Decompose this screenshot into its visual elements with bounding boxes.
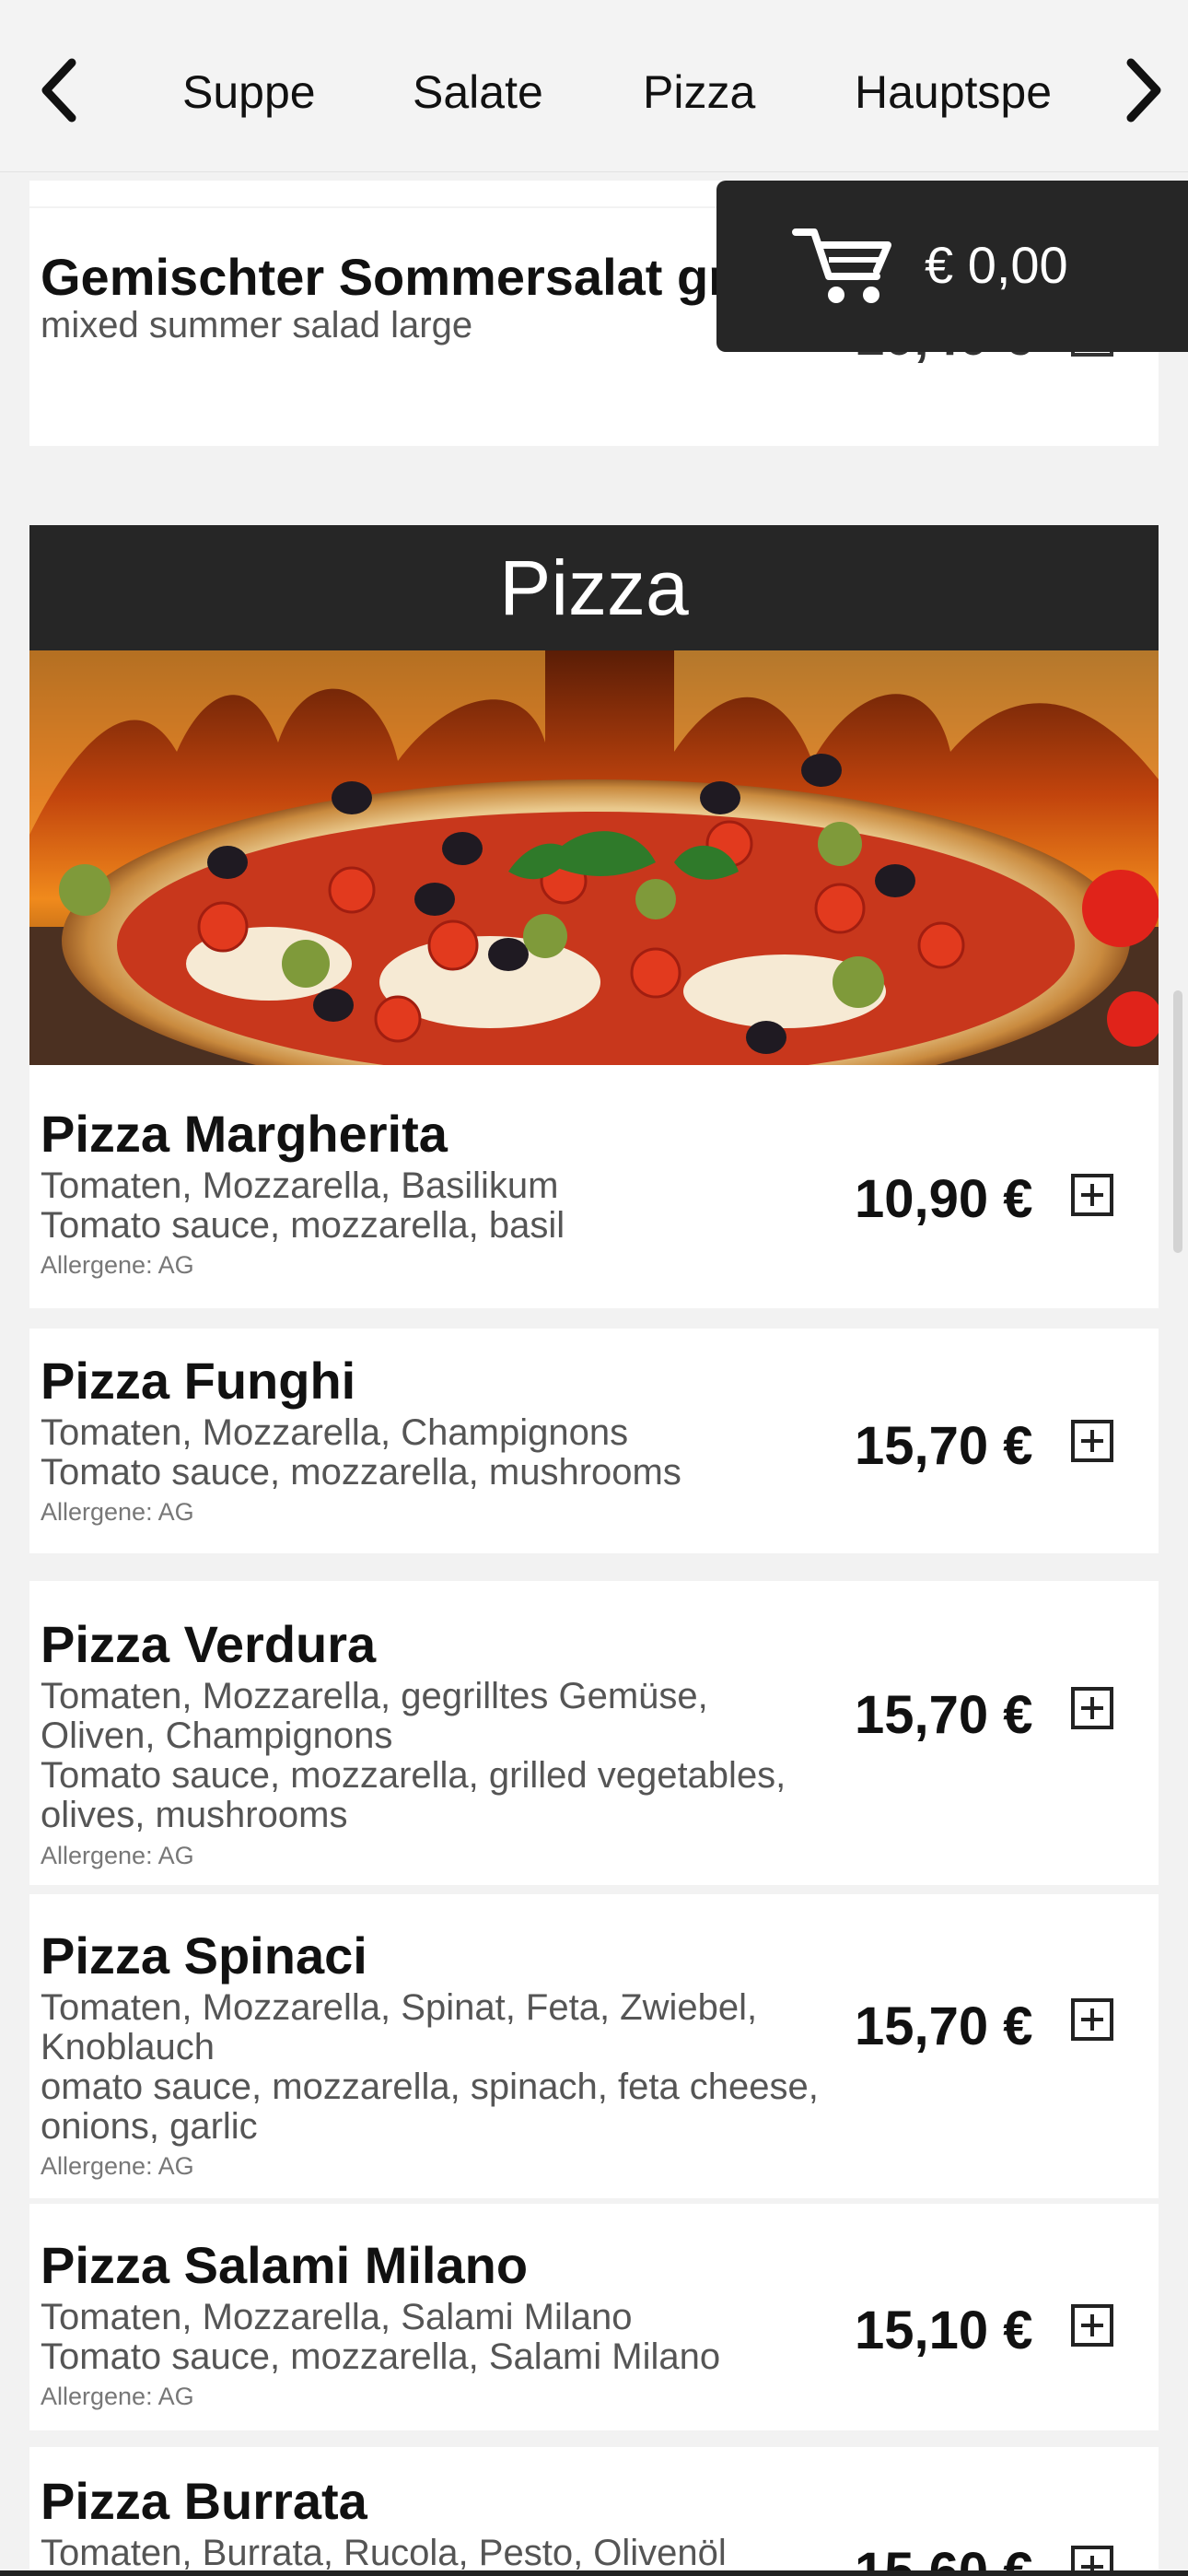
- chevron-left-icon[interactable]: [37, 57, 81, 123]
- item-allergens: Allergene: AG: [41, 1842, 194, 1869]
- pizza-image: [29, 650, 1159, 1065]
- plus-square-icon[interactable]: [1070, 1997, 1114, 2042]
- item-price: 10,90 €: [855, 1169, 1033, 1229]
- item-name: Pizza Margherita: [41, 1105, 448, 1163]
- item-price: 15,70 €: [855, 1685, 1033, 1745]
- item-allergens: Allergene: AG: [41, 1498, 194, 1526]
- bottom-edge: [0, 2570, 1188, 2576]
- plus-square-icon[interactable]: [1070, 1173, 1114, 1217]
- menu-item: Pizza Margherita Tomaten, Mozzarella, Ba…: [29, 1065, 1159, 1308]
- item-allergens: Allergene: AG: [41, 1251, 194, 1279]
- category-tabs: Suppe Salate Pizza Hauptspeisen: [157, 0, 1050, 171]
- menu-item: Pizza Verdura Tomaten, Mozzarella, gegri…: [29, 1581, 1159, 1885]
- item-description-en: Tomato sauce, mozzarella, mushrooms: [41, 1452, 681, 1493]
- item-description-de: Tomaten, Mozzarella, gegrilltes Gemüse, …: [41, 1676, 708, 1756]
- item-description-en: Tomato sauce, mozzarella, basil: [41, 1205, 565, 1246]
- item-description-en: Tomato sauce, mozzarella, grilled vegeta…: [41, 1755, 786, 1835]
- menu-item: Pizza Burrata Tomaten, Burrata, Rucola, …: [29, 2447, 1159, 2576]
- item-allergens: Allergene: AG: [41, 2383, 194, 2410]
- item-name: Pizza Funghi: [41, 1352, 356, 1410]
- tab-salate[interactable]: Salate: [413, 64, 543, 120]
- item-allergens: Allergene: AG: [41, 2152, 194, 2180]
- item-description-de: Tomaten, Burrata, Rucola, Pesto, Olivenö…: [41, 2533, 727, 2573]
- plus-square-icon[interactable]: [1070, 1419, 1114, 1463]
- tab-hauptspeisen[interactable]: Hauptspeisen: [855, 64, 1050, 120]
- menu-item: Pizza Funghi Tomaten, Mozzarella, Champi…: [29, 1329, 1159, 1553]
- scrollbar[interactable]: [1173, 990, 1182, 1253]
- cart-icon: [792, 228, 891, 303]
- item-description: mixed summer salad large: [41, 305, 473, 345]
- item-price: 15,10 €: [855, 2301, 1033, 2360]
- item-name: Pizza Verdura: [41, 1615, 377, 1673]
- item-price: 15,70 €: [855, 1996, 1033, 2056]
- item-name: Pizza Salami Milano: [41, 2236, 529, 2294]
- menu-item: Pizza Spinaci Tomaten, Mozzarella, Spina…: [29, 1894, 1159, 2198]
- tab-suppe[interactable]: Suppe: [182, 64, 316, 120]
- item-price: 15,70 €: [855, 1416, 1033, 1476]
- cart-total: € 0,00: [925, 236, 1068, 294]
- item-description-en: omato sauce, mozzarella, spinach, feta c…: [41, 2067, 819, 2147]
- item-description-en: Tomato sauce, mozzarella, Salami Milano: [41, 2336, 721, 2377]
- cart-button[interactable]: € 0,00: [716, 181, 1188, 352]
- item-name: Gemischter Sommersalat groß: [41, 248, 792, 306]
- chevron-right-icon[interactable]: [1122, 57, 1166, 123]
- item-description-de: Tomaten, Mozzarella, Champignons: [41, 1412, 629, 1453]
- item-name: Pizza Burrata: [41, 2472, 367, 2530]
- item-description-de: Tomaten, Mozzarella, Basilikum: [41, 1165, 559, 1206]
- item-description-de: Tomaten, Mozzarella, Salami Milano: [41, 2297, 633, 2337]
- item-name: Pizza Spinaci: [41, 1926, 367, 1985]
- item-description-de: Tomaten, Mozzarella, Spinat, Feta, Zwieb…: [41, 1987, 758, 2067]
- plus-square-icon[interactable]: [1070, 2303, 1114, 2348]
- menu-item: Pizza Salami Milano Tomaten, Mozzarella,…: [29, 2204, 1159, 2430]
- tab-pizza[interactable]: Pizza: [643, 64, 755, 120]
- plus-square-icon[interactable]: [1070, 1686, 1114, 1730]
- category-nav: Suppe Salate Pizza Hauptspeisen: [0, 0, 1188, 172]
- section-title: Pizza: [29, 525, 1159, 650]
